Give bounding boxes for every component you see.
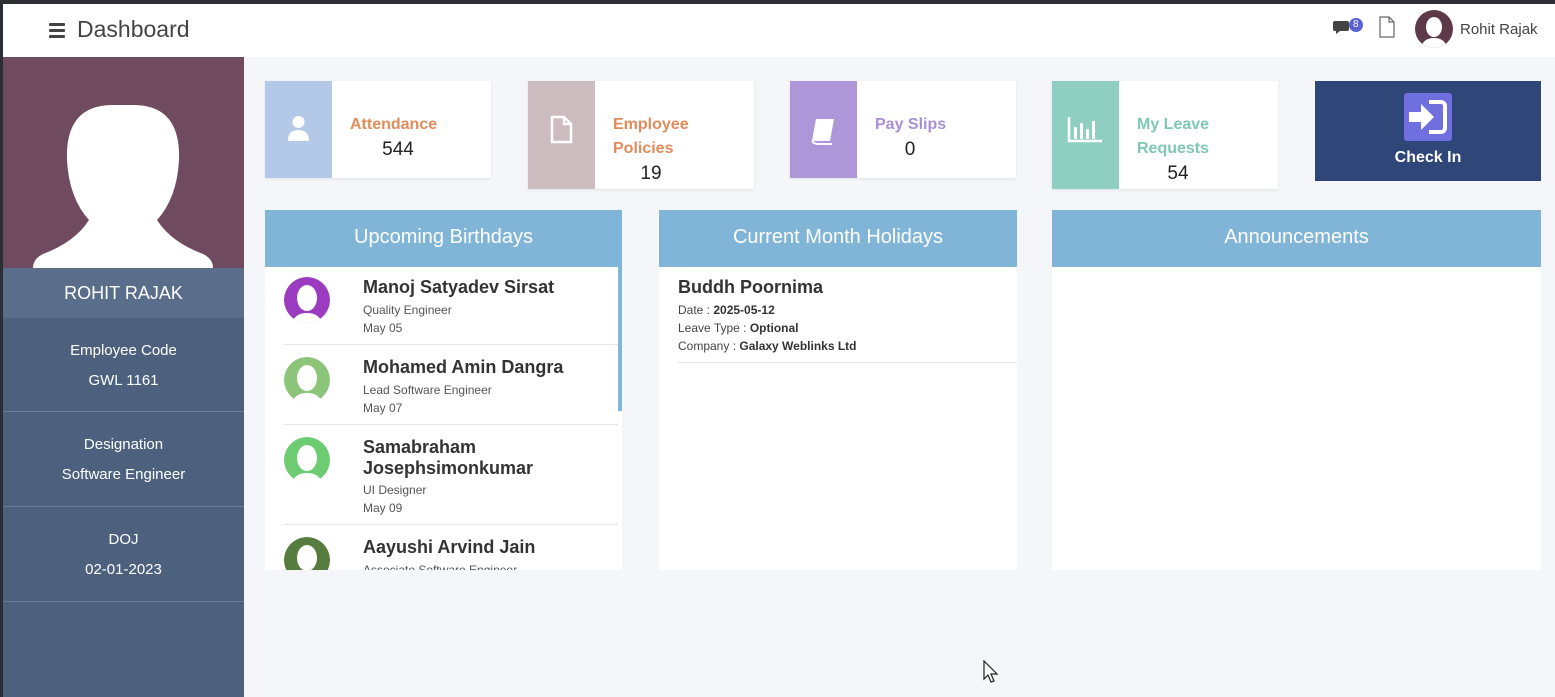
birthday-name: Mohamed Amin Dangra [363, 357, 564, 377]
birthday-role: Associate Software Engineer [363, 563, 518, 570]
my-leave-requests-label-line2: Requests [1137, 140, 1210, 157]
birthday-name: Aayushi Arvind Jain [363, 537, 536, 557]
holiday-name: Buddh Poornima [678, 277, 823, 297]
scrollbar[interactable] [618, 267, 622, 411]
birthday-role: Quality Engineer [363, 303, 452, 317]
birthday-name: Samabraham Josephsimonkumar [363, 437, 534, 478]
announcements-panel: Announcements [1052, 210, 1541, 570]
check-in-label: Check In [1394, 149, 1462, 166]
birthday-role: UI Designer [363, 483, 427, 497]
sign-in-icon [1404, 93, 1452, 141]
chat-badge: 8 [1349, 18, 1363, 32]
holiday-company: Company : Galaxy Weblinks Ltd [678, 339, 857, 353]
chat-icon[interactable]: 8 [1333, 18, 1363, 39]
check-in-button[interactable]: Check In [1315, 81, 1541, 181]
card-icon-box [265, 81, 332, 178]
holiday-company-value: Galaxy Weblinks Ltd [739, 339, 857, 353]
employee-code-label: Employee Code [70, 342, 177, 359]
birthday-date: May 09 [363, 501, 403, 515]
birthday-role: Lead Software Engineer [363, 383, 492, 397]
sidebar: ROHIT RAJAK Employee Code GWL 1161 Desig… [3, 57, 244, 697]
hamburger-menu-icon[interactable] [49, 20, 65, 38]
current-month-holidays-header: Current Month Holidays [659, 210, 1017, 267]
user-name[interactable]: Rohit Rajak [1460, 21, 1538, 38]
holiday-date-value: 2025-05-12 [713, 303, 775, 317]
designation-block: Designation Software Engineer [3, 412, 244, 507]
holiday-date-label: Date : [678, 303, 714, 317]
current-month-holidays-panel: Current Month Holidays Buddh Poornima Da… [659, 210, 1017, 570]
avatar[interactable] [1415, 10, 1453, 48]
document-icon[interactable] [1379, 16, 1395, 38]
pay-slips-value: 0 [904, 139, 916, 160]
pay-slips-card[interactable]: Pay Slips 0 [790, 81, 1016, 178]
birthday-date: May 05 [363, 321, 403, 335]
upcoming-birthdays-panel: Upcoming Birthdays Manoj Satyadev Sirsat… [265, 210, 622, 570]
attendance-label: Attendance [350, 116, 438, 133]
card-icon-box [790, 81, 857, 178]
avatar [284, 357, 330, 403]
avatar [284, 437, 330, 483]
designation-label: Designation [83, 436, 164, 453]
mouse-cursor-icon [983, 660, 999, 683]
employee-code-value: GWL 1161 [88, 372, 159, 389]
list-item[interactable]: Aayushi Arvind Jain Associate Software E… [284, 527, 618, 570]
designation-value: Software Engineer [61, 466, 186, 483]
avatar [284, 277, 330, 323]
doj-value: 02-01-2023 [85, 561, 162, 578]
employee-policies-label-line2: Policies [613, 140, 674, 157]
announcements-header: Announcements [1052, 210, 1541, 267]
top-bar: Dashboard 8 Rohit Rajak [3, 4, 1555, 57]
page-title: Dashboard [77, 16, 190, 42]
attendance-card[interactable]: Attendance 544 [265, 81, 491, 178]
birthday-date: May 07 [363, 401, 403, 415]
list-item[interactable]: Samabraham Josephsimonkumar UI Designer … [284, 427, 618, 525]
doj-block: DOJ 02-01-2023 [3, 507, 244, 602]
list-item[interactable]: Manoj Satyadev Sirsat Quality Engineer M… [284, 267, 618, 345]
employee-policies-value: 19 [640, 163, 662, 184]
doj-label: DOJ [108, 531, 139, 548]
holiday-leave-type-value: Optional [749, 321, 799, 335]
divider [678, 362, 1017, 363]
profile-name: ROHIT RAJAK [3, 268, 244, 318]
pay-slips-label: Pay Slips [875, 116, 947, 133]
employee-policies-card[interactable]: Employee Policies 19 [528, 81, 754, 189]
employee-policies-label-line1: Employee [613, 116, 689, 133]
app-window: Dashboard 8 Rohit Rajak ROHIT RAJAK Empl… [3, 4, 1555, 697]
profile-photo [3, 57, 244, 268]
employee-code-block: Employee Code GWL 1161 [3, 318, 244, 412]
book-icon [811, 119, 834, 145]
my-leave-requests-label-line1: My Leave [1137, 116, 1210, 133]
holiday-date: Date : 2025-05-12 [678, 303, 775, 317]
birthday-name: Manoj Satyadev Sirsat [363, 277, 555, 297]
user-icon [288, 116, 309, 141]
attendance-value: 544 [382, 139, 414, 160]
list-item[interactable]: Mohamed Amin Dangra Lead Software Engine… [284, 347, 618, 425]
holiday-leave-type-label: Leave Type : [678, 321, 750, 335]
my-leave-requests-value: 54 [1167, 163, 1189, 184]
upcoming-birthdays-header: Upcoming Birthdays [265, 210, 622, 267]
my-leave-requests-card[interactable]: My Leave Requests 54 [1052, 81, 1278, 189]
holiday-company-label: Company : [678, 339, 740, 353]
holiday-leave-type: Leave Type : Optional [678, 321, 799, 335]
avatar [284, 537, 330, 570]
